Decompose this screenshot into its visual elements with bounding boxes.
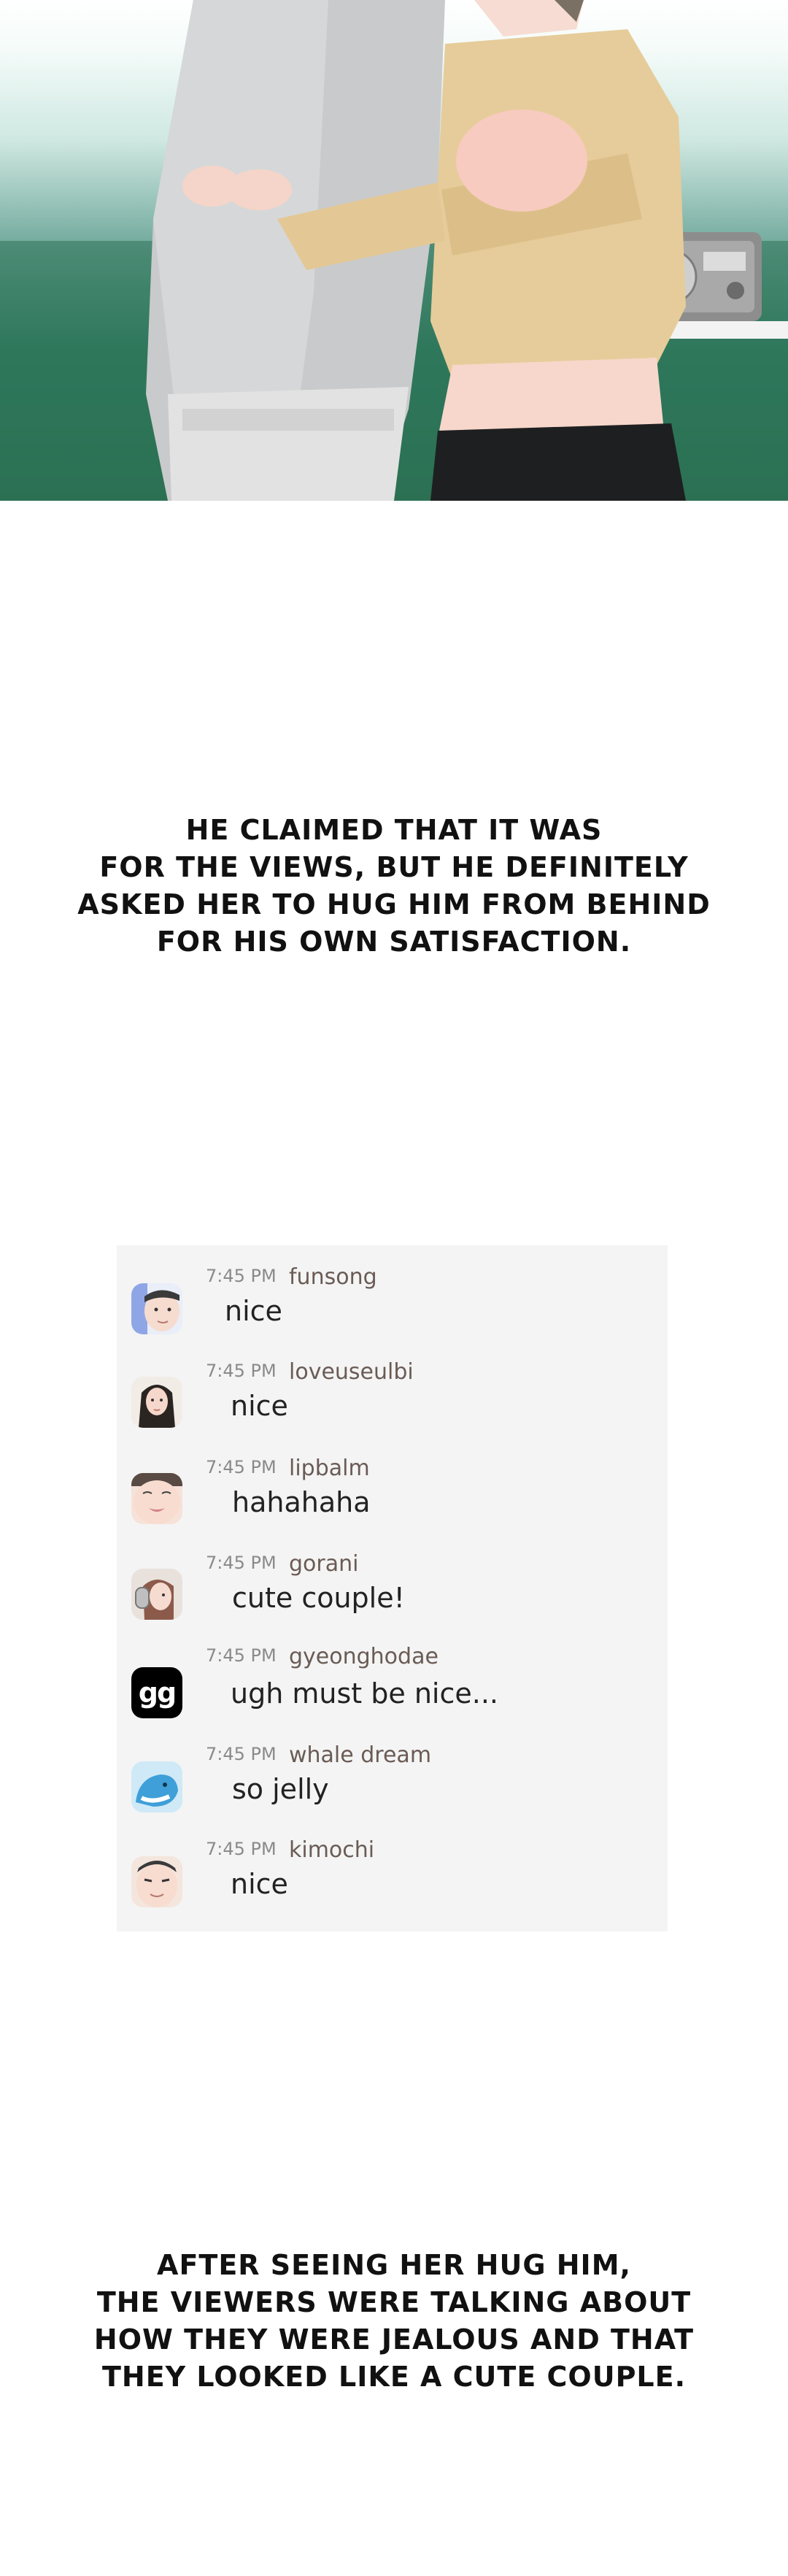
man-face-avatar bbox=[131, 1856, 182, 1907]
message-username: kimochi bbox=[289, 1837, 375, 1863]
chat-message: 7:45 PM funsong nice bbox=[117, 1264, 668, 1346]
chat-message: 7:45 PM loveuseulbi nice bbox=[117, 1359, 668, 1441]
message-timestamp: 7:45 PM bbox=[206, 1361, 277, 1381]
message-username: gorani bbox=[289, 1551, 359, 1577]
message-text: so jelly bbox=[232, 1773, 329, 1805]
narration-line: asked her to hug him from behind bbox=[77, 888, 711, 920]
narration-line: for the views, but he definitely bbox=[99, 851, 689, 883]
message-timestamp: 7:45 PM bbox=[206, 1744, 277, 1764]
message-timestamp: 7:45 PM bbox=[206, 1553, 277, 1573]
hug-scene-illustration bbox=[0, 0, 788, 501]
message-text: ugh must be nice... bbox=[231, 1677, 498, 1710]
narration-line: He claimed that it was bbox=[185, 814, 603, 846]
message-text: nice bbox=[231, 1868, 288, 1900]
man-face-avatar bbox=[131, 1283, 182, 1334]
message-username: whale dream bbox=[289, 1742, 432, 1768]
woman-long-hair-avatar bbox=[131, 1377, 182, 1428]
gg-logo-avatar: gg bbox=[131, 1667, 182, 1718]
message-timestamp: 7:45 PM bbox=[206, 1839, 277, 1859]
message-username: loveuseulbi bbox=[289, 1359, 414, 1385]
woman-lips-avatar bbox=[131, 1473, 182, 1524]
message-timestamp: 7:45 PM bbox=[206, 1457, 277, 1477]
narration-caption-bottom: After seeing her hug him, the viewers we… bbox=[0, 2247, 788, 2396]
message-username: gyeonghodae bbox=[289, 1644, 439, 1669]
message-text: nice bbox=[225, 1295, 282, 1327]
headphones-girl-avatar bbox=[131, 1569, 182, 1620]
chat-message: gg 7:45 PM gyeonghodae ugh must be nice.… bbox=[117, 1644, 668, 1726]
narration-caption-top: He claimed that it was for the views, bu… bbox=[0, 812, 788, 961]
narration-line: the viewers were talking about bbox=[96, 2286, 692, 2318]
narration-line: After seeing her hug him, bbox=[157, 2249, 631, 2281]
message-timestamp: 7:45 PM bbox=[206, 1645, 277, 1666]
message-text: nice bbox=[231, 1390, 288, 1422]
narration-line: how they were jealous and that bbox=[93, 2323, 695, 2356]
chat-message: 7:45 PM whale dream so jelly bbox=[117, 1742, 668, 1824]
message-text: cute couple! bbox=[232, 1582, 405, 1614]
message-timestamp: 7:45 PM bbox=[206, 1266, 277, 1286]
message-username: lipbalm bbox=[289, 1456, 370, 1481]
whale-avatar bbox=[131, 1761, 182, 1812]
chat-message: 7:45 PM gorani cute couple! bbox=[117, 1551, 668, 1633]
chat-message: 7:45 PM lipbalm hahahaha bbox=[117, 1456, 668, 1537]
narration-line: for his own satisfaction. bbox=[156, 926, 632, 958]
narration-line: they looked like a cute couple. bbox=[101, 2361, 687, 2393]
message-text: hahahaha bbox=[232, 1486, 371, 1518]
chat-message: 7:45 PM kimochi nice bbox=[117, 1837, 668, 1919]
comic-panel-illustration bbox=[0, 0, 788, 501]
live-chat-panel: 7:45 PM funsong nice 7:45 PM loveuseulbi… bbox=[117, 1245, 668, 1931]
message-username: funsong bbox=[289, 1264, 377, 1290]
